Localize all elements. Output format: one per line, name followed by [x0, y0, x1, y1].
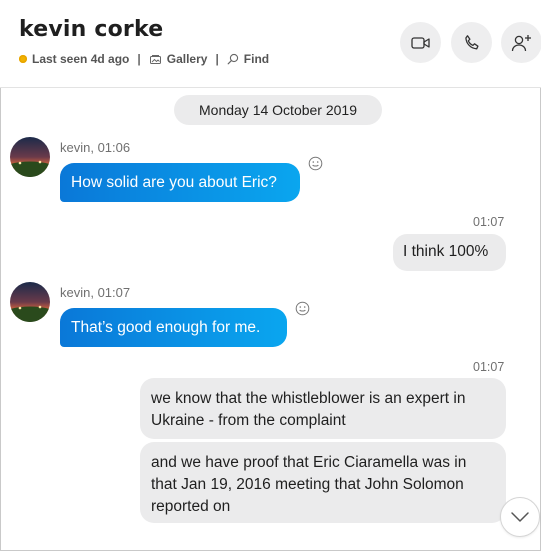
find-label: Find [243, 52, 270, 66]
gallery-label: Gallery [166, 52, 208, 66]
away-status-icon [19, 55, 27, 63]
smiley-react-icon[interactable] [308, 156, 323, 171]
smiley-react-icon[interactable] [295, 301, 310, 316]
sender-meta: kevin, 01:07 [60, 285, 131, 300]
message-time: 01:07 [473, 360, 505, 374]
audio-call-icon [464, 34, 479, 49]
audio-call-button[interactable] [451, 22, 492, 63]
separator: | [215, 52, 219, 66]
find-icon [227, 53, 238, 65]
separator: | [137, 52, 141, 66]
outgoing-message[interactable]: and we have proof that Eric Ciaramella w… [140, 442, 506, 523]
video-call-button[interactable] [400, 22, 441, 63]
last-seen-status: Last seen 4d ago [32, 52, 130, 66]
add-people-button[interactable] [501, 22, 541, 63]
incoming-message[interactable]: How solid are you about Eric? [60, 163, 300, 202]
avatar[interactable] [10, 282, 50, 322]
contact-name[interactable]: kevin corke [19, 17, 163, 42]
gallery-link[interactable]: Gallery [149, 52, 208, 66]
avatar-image [10, 137, 50, 177]
sender-meta: kevin, 01:06 [60, 140, 131, 155]
find-link[interactable]: Find [227, 52, 269, 66]
message-time: 01:07 [473, 215, 505, 229]
avatar-image [10, 282, 50, 322]
video-call-icon [410, 36, 430, 49]
outgoing-message[interactable]: I think 100% [393, 234, 506, 271]
incoming-message[interactable]: That’s good enough for me. [60, 308, 287, 347]
add-person-icon [511, 34, 531, 51]
scroll-to-bottom-button[interactable] [500, 497, 540, 537]
chevron-down-icon [511, 512, 529, 522]
outgoing-message[interactable]: we know that the whistleblower is an exp… [140, 378, 506, 439]
contact-subline: Last seen 4d ago | Gallery | Find [19, 52, 269, 66]
chat-header: kevin corke Last seen 4d ago | Gallery |… [0, 0, 541, 88]
avatar[interactable] [10, 137, 50, 177]
gallery-icon [149, 54, 161, 64]
date-divider: Monday 14 October 2019 [174, 95, 382, 125]
